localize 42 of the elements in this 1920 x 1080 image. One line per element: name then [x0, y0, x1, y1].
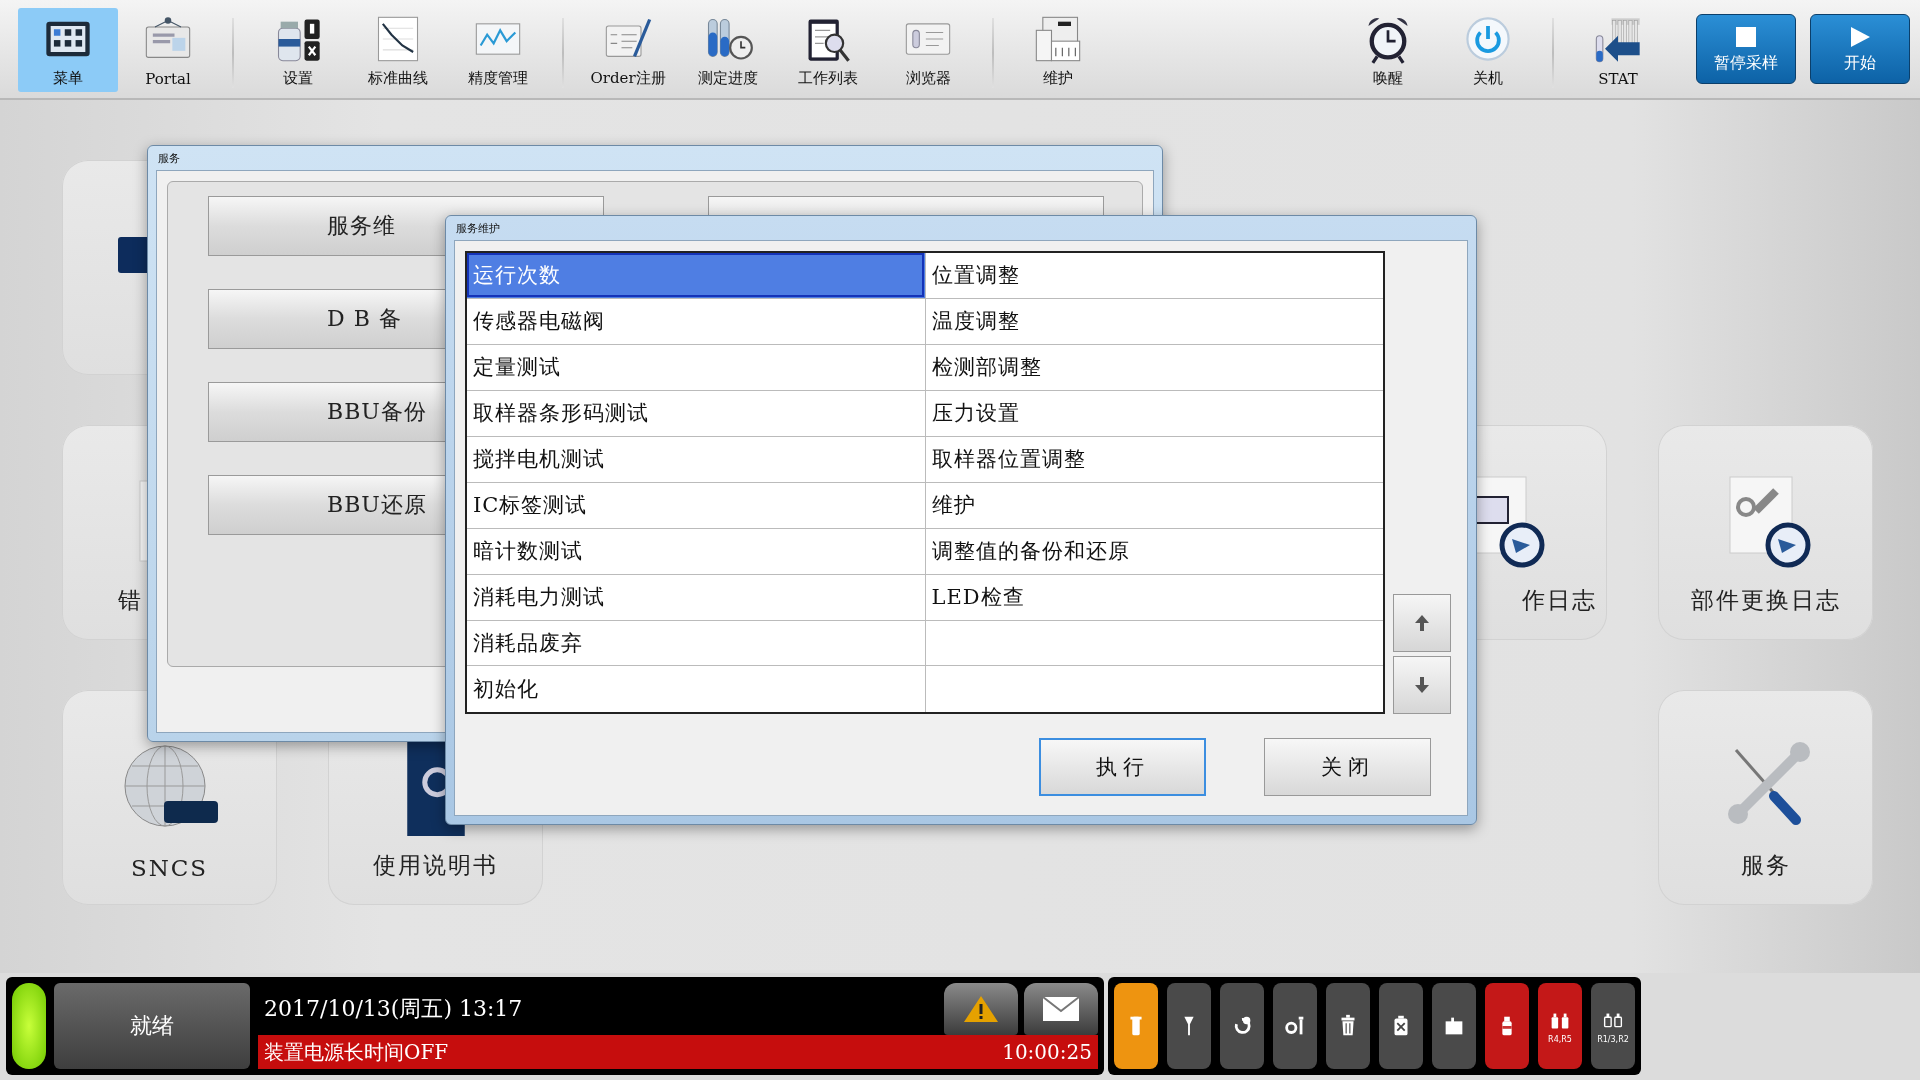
toolbar-button[interactable]: 菜单	[18, 8, 118, 92]
toolbar-button[interactable]: Order注册	[578, 8, 678, 92]
toolbar-button[interactable]: 测定进度	[678, 8, 778, 92]
toolbar-button[interactable]: 维护	[1008, 8, 1108, 92]
dialog-title: 服务	[157, 151, 181, 167]
toolbar-button[interactable]: 设置	[248, 8, 348, 92]
tile-label: 使用说明书	[373, 851, 498, 880]
list-cell[interactable]: 取样器条形码测试	[466, 390, 925, 437]
toolbar-button[interactable]: 工作列表	[778, 8, 878, 92]
tile-label: 服务	[1740, 851, 1791, 880]
toolbar-button[interactable]: 精度管理	[448, 8, 548, 92]
date-time: 2017/10/13(周五) 13:17	[263, 995, 524, 1023]
list-cell[interactable]: 传感器电磁阀	[466, 298, 925, 345]
toolbar-button[interactable]: 唤醒	[1338, 8, 1438, 92]
toolbar-button[interactable]: 浏览器	[878, 8, 978, 92]
tile-label: 错	[118, 586, 143, 615]
stop-button[interactable]: 暂停采样	[1696, 14, 1796, 84]
tile-card[interactable]: 服务	[1658, 690, 1873, 905]
status-label: 就绪	[54, 983, 250, 1069]
toolbar-button[interactable]: STAT	[1568, 8, 1668, 92]
list-cell[interactable]: 搅拌电机测试	[466, 436, 925, 483]
list-cell[interactable]: 消耗品废弃	[466, 620, 925, 666]
toolbar-button[interactable]: 标准曲线	[348, 8, 448, 92]
toolbar-button[interactable]: 关机	[1438, 8, 1538, 92]
tile-label: SNCS	[130, 855, 209, 881]
tile-label: 部件更换日志	[1690, 586, 1841, 615]
tile-card[interactable]: 部件更换日志	[1658, 425, 1873, 640]
list-cell[interactable]: 暗计数测试	[466, 528, 925, 575]
status-button[interactable]: R1/3,R2	[1591, 983, 1635, 1069]
alarm-message: 装置电源长时间OFF	[264, 1038, 449, 1066]
list-cell[interactable]: 定量测试	[466, 344, 925, 391]
dialog-title: 服务维护	[455, 221, 501, 237]
alarm-time: 10:00:25	[1002, 1040, 1092, 1064]
start-button[interactable]: 开始	[1810, 14, 1910, 84]
tile-label: 作日志	[1522, 586, 1597, 615]
execute-button[interactable]: 执行	[1039, 737, 1206, 796]
list-cell[interactable]: 运行次数	[466, 252, 925, 299]
close-button[interactable]: 关闭	[1264, 737, 1431, 796]
toolbar-button[interactable]: Portal	[118, 8, 218, 92]
status-button[interactable]: R4,R5	[1538, 983, 1582, 1069]
list-cell[interactable]: IC标签测试	[466, 482, 925, 529]
list-cell[interactable]: 消耗电力测试	[466, 574, 925, 620]
